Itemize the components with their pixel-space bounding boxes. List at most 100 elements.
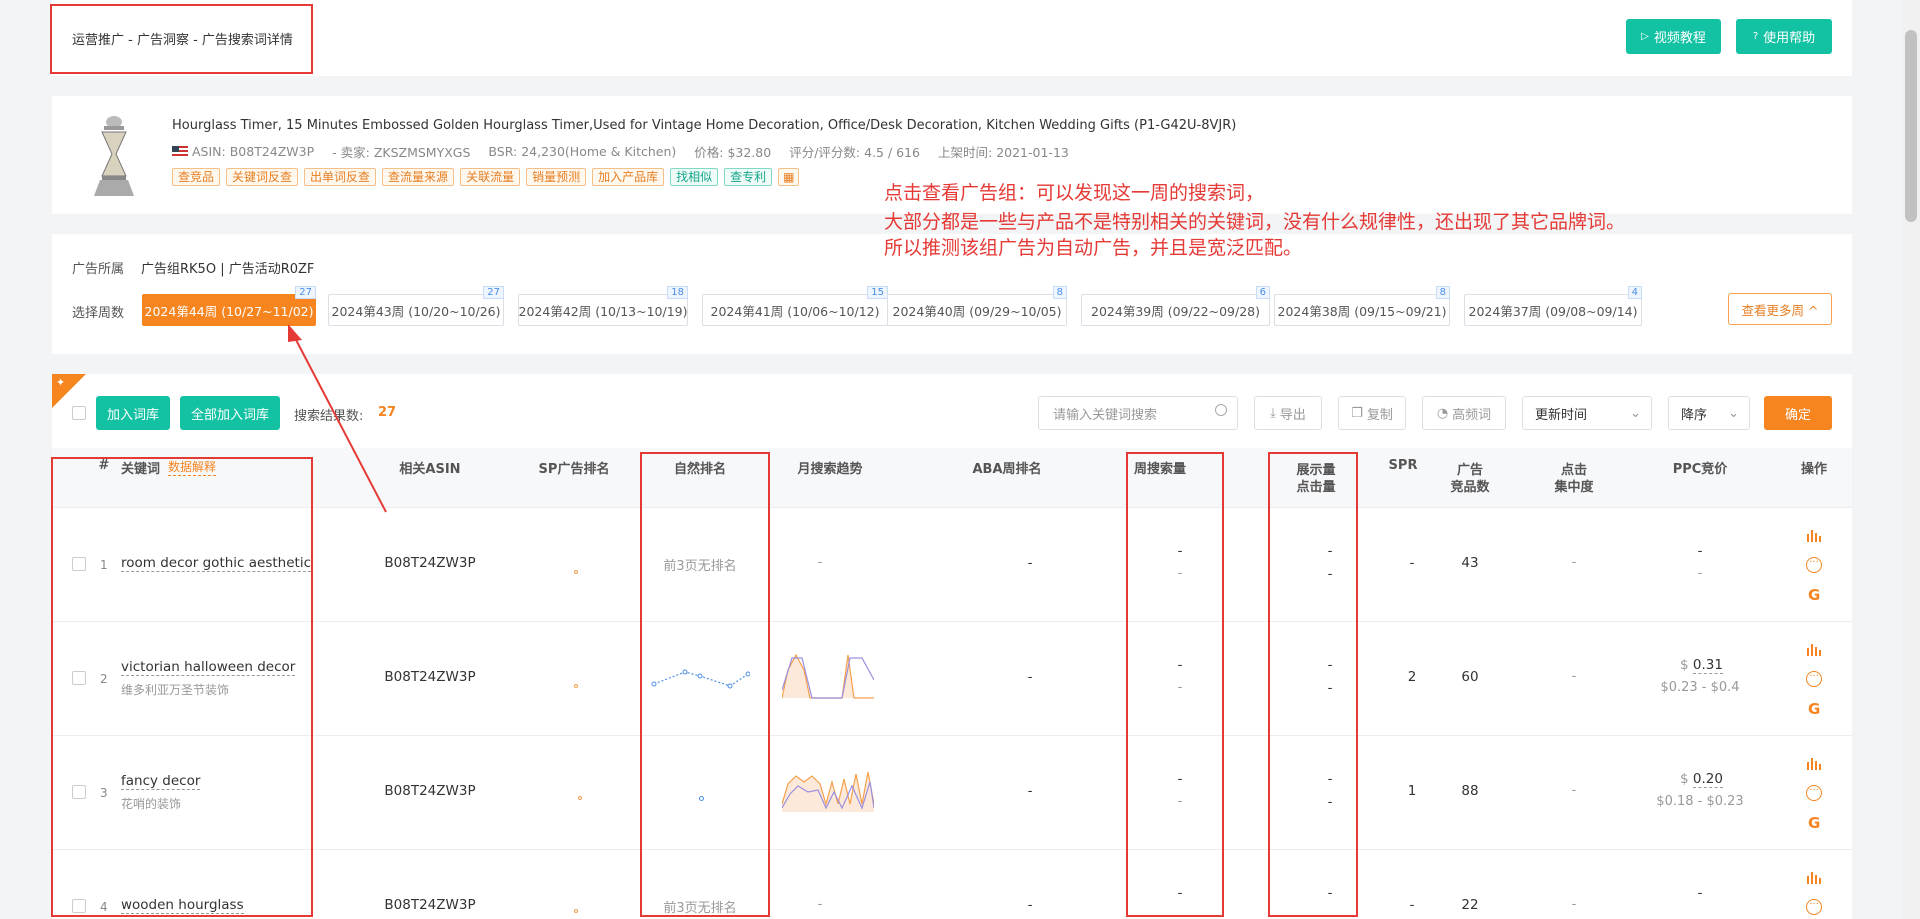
click-concentration: - [1571, 555, 1577, 570]
listed-date: 上架时间: 2021-01-13 [938, 145, 1069, 160]
tag-find-similar[interactable]: 找相似 [670, 168, 719, 186]
col-sp-rank[interactable]: SP广告排名 [524, 458, 624, 477]
ppc-bid: - [1697, 885, 1703, 901]
high-freq-button[interactable]: ◔ 高频词 [1422, 396, 1506, 430]
ppc-range: $0.18 - $0.23 [1656, 794, 1744, 809]
col-ad-competitors[interactable]: 广告 竞品数 [1430, 462, 1510, 496]
annotation-line-1: 点击查看广告组：可以发现这一周的搜索词， [884, 182, 1265, 204]
week-tab-37[interactable]: 2024第37周 (09/08~09/14) 4 [1464, 286, 1642, 326]
help-button[interactable]: ? 使用帮助 [1736, 19, 1832, 54]
col-operation: 操作 [1800, 462, 1827, 477]
help-icon: ? [1752, 31, 1759, 42]
more-icon[interactable]: ··· [1806, 671, 1822, 687]
more-icon[interactable]: ··· [1806, 899, 1822, 915]
export-button[interactable]: ⤓ 导出 [1254, 396, 1322, 430]
confirm-button[interactable]: 确定 [1764, 396, 1832, 430]
product-image[interactable] [90, 112, 138, 198]
product-meta: ASIN: B08T24ZW3P - 卖家: ZKSZMSMYXGS BSR: … [172, 142, 1069, 161]
col-aba-rank[interactable]: ABA周排名 [952, 458, 1062, 477]
monthly-trend-sparkline [782, 653, 874, 699]
sp-rank-dot [574, 684, 578, 688]
tag-competitors[interactable]: 查竞品 [172, 168, 221, 186]
google-icon[interactable]: G [1808, 700, 1820, 718]
aba-rank: - [1027, 555, 1033, 571]
product-title[interactable]: Hourglass Timer, 15 Minutes Embossed Gol… [172, 118, 1236, 133]
annotation-line-3: 所以推测该组广告为自动广告，并且是宽泛匹配。 [884, 237, 1303, 259]
copy-button[interactable]: ❐ 复制 [1338, 396, 1406, 430]
chevron-down-icon: ⌄ [1630, 405, 1641, 421]
play-icon: ▷ [1641, 31, 1649, 42]
calculator-icon[interactable]: ▦ [778, 168, 800, 186]
bar-chart-icon[interactable] [1806, 528, 1822, 542]
tag-check-patent[interactable]: 查专利 [724, 168, 773, 186]
monthly-trend: - [817, 897, 823, 912]
google-icon[interactable]: G [1808, 586, 1820, 604]
annotation-box-keyword [51, 457, 313, 917]
week-tab-40[interactable]: 2024第40周 (09/29~10/05) 8 [887, 286, 1067, 326]
col-click-concentration[interactable]: 点击 集中度 [1534, 462, 1614, 496]
col-spr[interactable]: SPR [1383, 458, 1423, 473]
week-tab-41[interactable]: 2024第41周 (10/06~10/12) 15 [702, 286, 888, 326]
spr: - [1409, 555, 1415, 571]
google-icon[interactable]: G [1808, 814, 1820, 832]
aba-rank: - [1027, 897, 1033, 913]
tag-order-words[interactable]: 出单词反查 [304, 168, 377, 186]
bar-chart-icon[interactable] [1806, 756, 1822, 770]
ppc-bid[interactable]: $ 0.31 [1680, 657, 1723, 674]
seller-value[interactable]: - 卖家: ZKSZMSMYXGS [332, 142, 470, 161]
related-asin[interactable]: B08T24ZW3P [370, 783, 490, 799]
aba-rank: - [1027, 783, 1033, 799]
click-concentration: - [1571, 669, 1577, 684]
ppc-range: $0.23 - $0.4 [1660, 680, 1740, 695]
related-asin[interactable]: B08T24ZW3P [370, 669, 490, 685]
annotation-box-natural-rank [640, 452, 770, 917]
week-select-label: 选择周数 [72, 306, 125, 321]
ad-competitors: 60 [1461, 669, 1479, 685]
video-tutorial-button[interactable]: ▷ 视频教程 [1626, 19, 1721, 54]
col-ppc-bid[interactable]: PPC竞价 [1650, 458, 1750, 477]
search-icon [1215, 404, 1227, 416]
week-tab-39[interactable]: 2024第39周 (09/22~09/28) 6 [1081, 286, 1270, 326]
week-badge: 8 [1435, 286, 1450, 299]
ad-belong-value[interactable]: 广告组RK5O | 广告活动R0ZF [141, 258, 314, 277]
more-icon[interactable]: ··· [1806, 557, 1822, 573]
col-monthly-trend[interactable]: 月搜索趋势 [780, 458, 880, 477]
bar-chart-icon[interactable] [1806, 642, 1822, 656]
annotation-line-2: 大部分都是一些与产品不是特别相关的关键词，没有什么规律性，还出现了其它品牌词。 [884, 211, 1626, 233]
sp-rank-dot [574, 909, 578, 913]
spr: 1 [1407, 783, 1417, 799]
related-asin[interactable]: B08T24ZW3P [370, 897, 490, 913]
sort-order-select[interactable]: 降序 ⌄ [1668, 396, 1750, 430]
click-concentration: - [1571, 897, 1577, 912]
add-all-to-library-button[interactable]: 全部加入词库 [180, 396, 280, 430]
week-tab-42[interactable]: 2024第42周 (10/13~10/19) 18 [518, 286, 688, 326]
ad-competitors: 88 [1461, 783, 1479, 799]
scrollbar-thumb[interactable] [1905, 30, 1917, 222]
sort-field-select[interactable]: 更新时间 ⌄ [1522, 396, 1652, 430]
keyword-search-input[interactable]: 请输入关键词搜索 [1038, 396, 1238, 430]
tag-add-product-lib[interactable]: 加入产品库 [592, 168, 665, 186]
rating-value: 评分/评分数: 4.5 / 616 [789, 145, 921, 160]
tag-related-traffic[interactable]: 关联流量 [460, 168, 521, 186]
asin-value[interactable]: ASIN: B08T24ZW3P [192, 144, 314, 159]
more-icon[interactable]: ··· [1806, 785, 1822, 801]
tag-sales-forecast[interactable]: 销量预测 [526, 168, 587, 186]
week-tab-38[interactable]: 2024第38周 (09/15~09/21) 8 [1274, 286, 1450, 326]
week-badge: 8 [1052, 286, 1067, 299]
add-to-library-button[interactable]: 加入词库 [96, 396, 170, 430]
spr: 2 [1407, 669, 1417, 685]
ppc-bid: - [1697, 543, 1703, 559]
tag-traffic-source[interactable]: 查流量来源 [382, 168, 455, 186]
week-badge: 18 [667, 286, 688, 299]
more-weeks-button[interactable]: 查看更多周 ^ [1728, 293, 1832, 325]
select-all-checkbox[interactable] [72, 406, 86, 420]
bar-chart-icon[interactable] [1806, 870, 1822, 884]
ad-belong-label: 广告所属 [72, 262, 125, 277]
monthly-trend: - [817, 555, 823, 570]
related-asin[interactable]: B08T24ZW3P [370, 555, 490, 571]
chevron-down-icon: ⌄ [1728, 405, 1739, 421]
ppc-bid[interactable]: $ 0.20 [1680, 771, 1723, 788]
product-tags: 查竞品 关键词反查 出单词反查 查流量来源 关联流量 销量预测 加入产品库 找相… [172, 168, 805, 186]
week-badge: 15 [867, 286, 888, 299]
tag-keyword-reverse[interactable]: 关键词反查 [226, 168, 299, 186]
